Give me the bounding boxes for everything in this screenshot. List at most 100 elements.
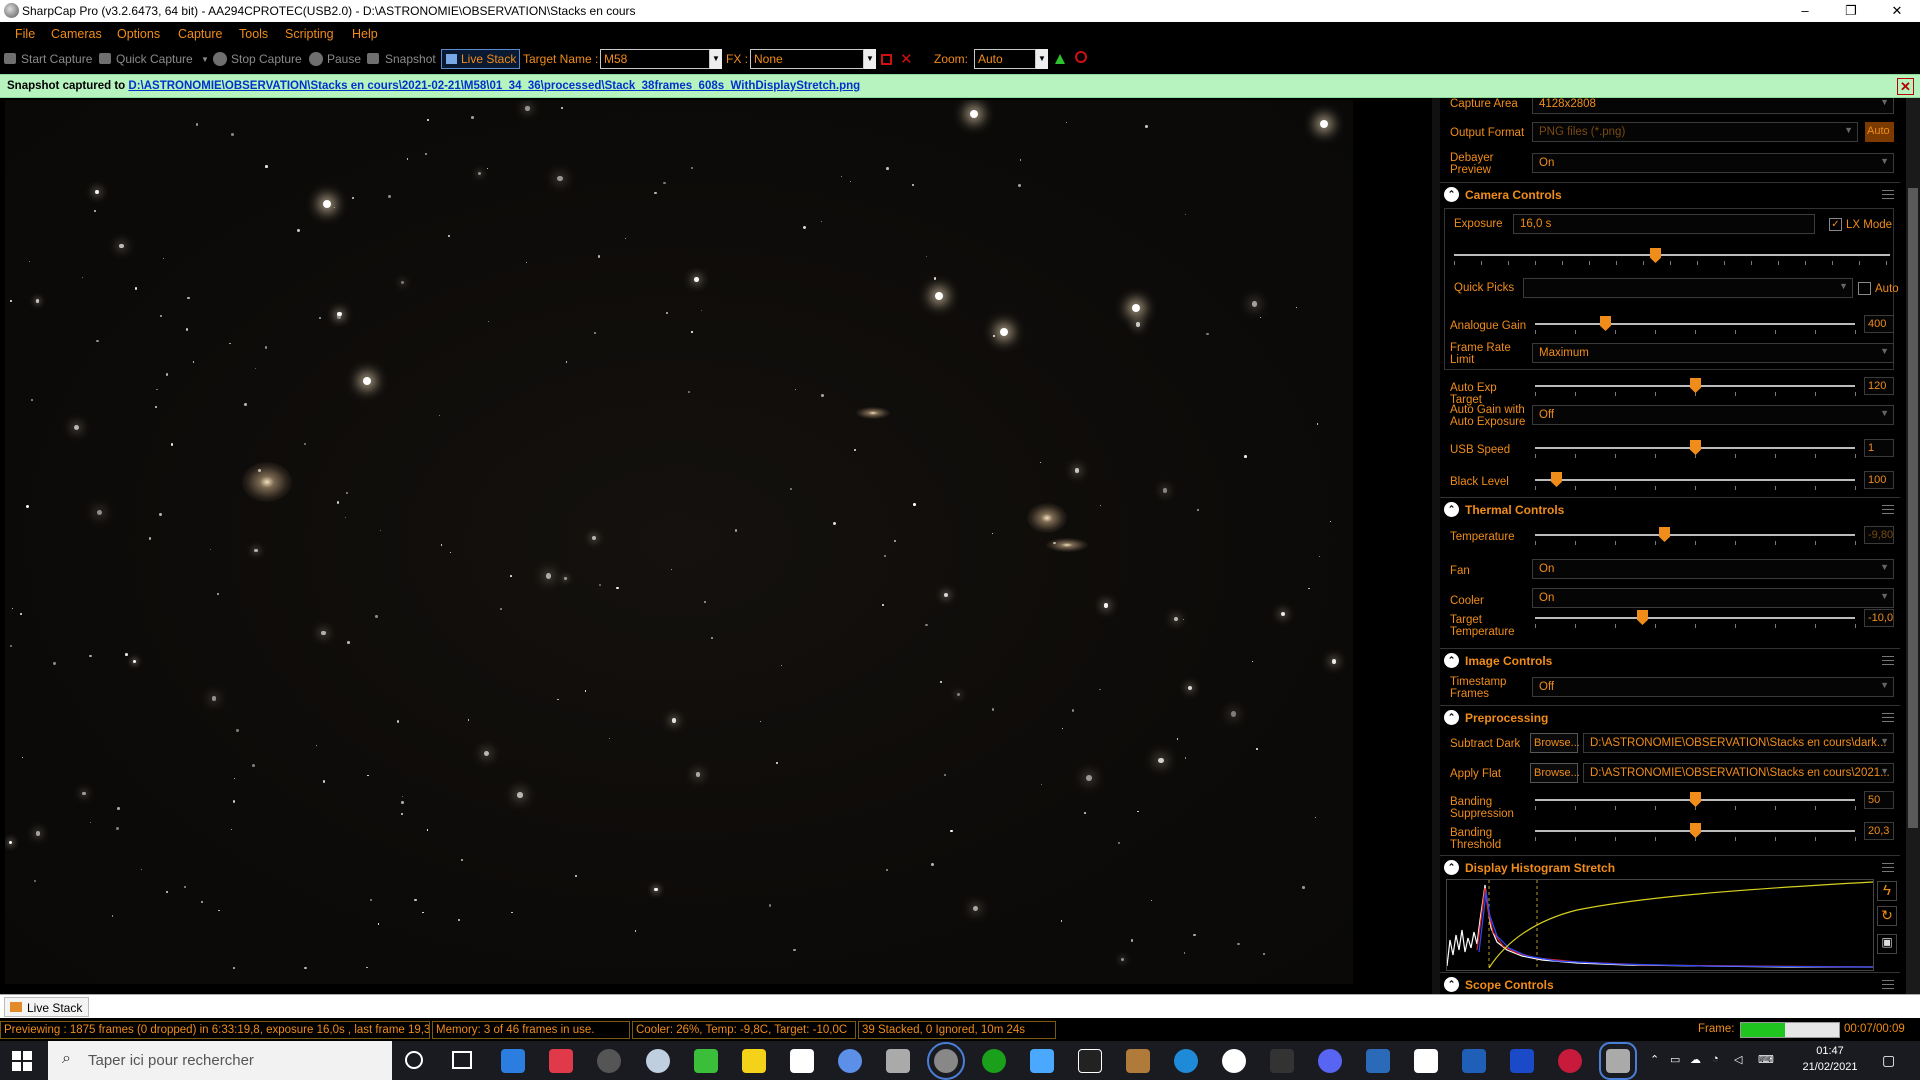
stop-capture-button[interactable]: Stop Capture [231,52,302,66]
tray-cloud-icon[interactable]: ☁ [1690,1053,1701,1066]
cortana-icon[interactable] [405,1051,423,1069]
fx-select[interactable]: None [750,49,864,69]
collapse-icon[interactable]: ⌃ [1444,502,1459,517]
pause-button[interactable]: Pause [327,52,361,66]
fan-select[interactable]: On ▼ [1532,559,1894,579]
collapse-icon[interactable]: ⌃ [1444,653,1459,668]
usb-speed-value[interactable]: 1 [1864,439,1894,457]
settings-app-icon[interactable] [597,1049,621,1073]
slider-thumb[interactable] [1637,610,1648,625]
menu-cameras[interactable]: Cameras [51,27,102,41]
zoom-select[interactable]: Auto [974,49,1036,69]
app-icon-24[interactable] [1599,1042,1637,1080]
app-icon-4[interactable] [646,1049,670,1073]
quick-capture-button[interactable]: Quick Capture [116,52,193,66]
section-menu-icon[interactable] [1882,713,1894,722]
lx-mode-checkbox[interactable]: ✓ [1829,218,1842,231]
slider-thumb[interactable] [1659,527,1670,542]
section-menu-icon[interactable] [1882,980,1894,989]
wix-icon[interactable] [1414,1049,1438,1073]
subtract-dark-browse-button[interactable]: Browse... [1530,733,1580,753]
gmail-app-icon[interactable] [549,1049,573,1073]
sticky-notes-icon[interactable] [742,1049,766,1073]
apply-flat-browse-button[interactable]: Browse... [1530,763,1580,783]
start-capture-button[interactable]: Start Capture [21,52,92,66]
banding-suppression-slider[interactable] [1535,788,1857,814]
target-temperature-value[interactable]: -10,0 [1864,609,1894,627]
notification-close-button[interactable]: ✕ [1897,78,1914,95]
section-menu-icon[interactable] [1882,505,1894,514]
wifi-icon[interactable]: ◔ [1712,1053,1719,1065]
output-format-auto-button[interactable]: Auto [1865,122,1894,142]
minimize-button[interactable]: – [1782,0,1828,22]
windows-start-icon[interactable] [12,1051,32,1071]
live-stack-image[interactable] [5,100,1353,984]
reset-stretch-icon[interactable]: ↻ [1877,906,1897,926]
close-window-button[interactable]: ✕ [1874,0,1920,22]
sharpcap-taskbar-icon[interactable] [927,1042,965,1080]
collapse-icon[interactable]: ⌃ [1444,860,1459,875]
camera-controls-header[interactable]: ⌃ Camera Controls [1440,182,1900,206]
app-icon-22[interactable] [1510,1049,1534,1073]
image-scrollbar[interactable] [1432,98,1440,994]
keyboard-icon[interactable]: ⌨ [1758,1053,1774,1066]
quick-picks-select[interactable]: ▼ [1523,278,1853,298]
section-menu-icon[interactable] [1882,656,1894,665]
teamspeak-icon[interactable] [1462,1049,1486,1073]
auto-exp-target-slider[interactable] [1535,374,1857,400]
slider-thumb[interactable] [1690,440,1701,455]
app-icon-12[interactable] [1030,1049,1054,1073]
tray-chevron-icon[interactable]: ⌃ [1650,1053,1659,1066]
banding-threshold-value[interactable]: 20,3 [1864,822,1894,840]
magnifier-icon[interactable] [1075,51,1087,63]
banding-threshold-slider[interactable] [1535,819,1857,845]
target-name-input[interactable]: M58 [600,49,710,69]
apply-flat-select[interactable]: D:\ASTRONOMIE\OBSERVATION\Stacks en cour… [1583,763,1894,783]
menu-file[interactable]: File [15,27,35,41]
slider-thumb[interactable] [1600,316,1611,331]
tray-device-icon[interactable]: ▭ [1670,1053,1680,1066]
discord-icon[interactable] [1318,1049,1342,1073]
panel-scrollbar-thumb[interactable] [1908,188,1918,828]
taskbar-search-box[interactable]: ⌕ Taper ici pour rechercher [48,1041,392,1080]
banding-suppression-value[interactable]: 50 [1864,791,1894,809]
slider-thumb[interactable] [1551,472,1562,487]
app-icon-8[interactable] [838,1049,862,1073]
app-icon-16[interactable] [1222,1049,1246,1073]
app-icon-23[interactable] [1558,1049,1582,1073]
taskbar-date[interactable]: 21/02/2021 [1800,1061,1860,1073]
app-icon-14[interactable] [1126,1049,1150,1073]
temperature-slider[interactable] [1535,523,1857,549]
histogram-header[interactable]: ⌃ Display Histogram Stretch [1440,855,1900,879]
volume-icon[interactable]: ◁ [1734,1053,1742,1066]
app-icon-19[interactable] [1366,1049,1390,1073]
app-icon-5[interactable] [694,1049,718,1073]
live-stack-button[interactable]: Live Stack [441,49,520,69]
maximize-button[interactable]: ❐ [1828,0,1874,22]
select-rectangle-icon[interactable] [881,54,892,65]
app-icon-17[interactable] [1270,1049,1294,1073]
cooler-select[interactable]: On ▼ [1532,588,1894,608]
mail-app-icon[interactable] [501,1049,525,1073]
task-view-icon[interactable] [452,1051,472,1069]
quick-capture-dropdown-icon[interactable]: ▼ [201,55,209,64]
section-menu-icon[interactable] [1882,863,1894,872]
subtract-dark-select[interactable]: D:\ASTRONOMIE\OBSERVATION\Stacks en cour… [1583,733,1894,753]
fx-dropdown-icon[interactable]: ▼ [864,49,876,69]
temperature-value[interactable]: -9,80 [1864,526,1894,544]
timestamp-frames-select[interactable]: Off ▼ [1532,677,1894,697]
collapse-icon[interactable]: ⌃ [1444,710,1459,725]
slider-thumb[interactable] [1690,823,1701,838]
app-icon-7[interactable] [790,1049,814,1073]
app-icon-13[interactable] [1078,1049,1102,1073]
snapshot-button[interactable]: Snapshot [385,52,436,66]
save-stretch-icon[interactable]: ▣ [1877,934,1897,954]
auto-exp-target-value[interactable]: 120 [1864,377,1894,395]
quick-picks-auto-checkbox[interactable] [1858,282,1871,295]
black-level-slider[interactable] [1535,468,1857,494]
histogram-chart[interactable] [1446,879,1874,971]
app-icon-9[interactable] [886,1049,910,1073]
usb-speed-slider[interactable] [1535,436,1857,462]
thermal-controls-header[interactable]: ⌃ Thermal Controls [1440,497,1900,521]
debayer-preview-select[interactable]: On ▼ [1532,153,1894,173]
